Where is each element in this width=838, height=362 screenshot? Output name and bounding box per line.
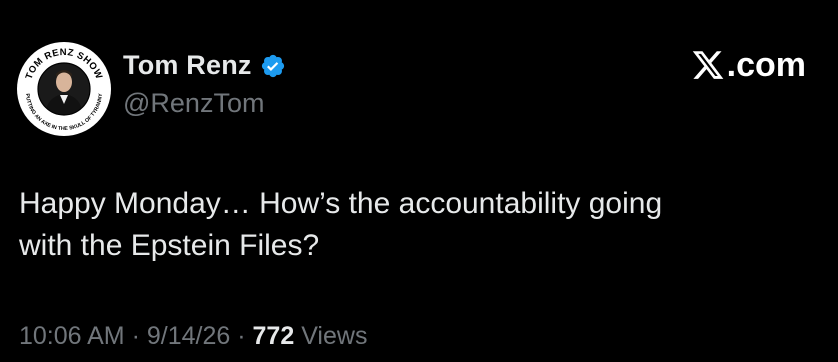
tweet-date[interactable]: 9/14/26	[147, 322, 230, 350]
tweet-text-line: Happy Monday… How’s the accountability g…	[19, 187, 663, 220]
brand-domain-text: .com	[726, 46, 806, 84]
author-display-name[interactable]: Tom Renz	[123, 50, 252, 81]
author-handle[interactable]: @RenzTom	[123, 88, 264, 119]
tweet-text-line: with the Epstein Files?	[19, 229, 320, 262]
x-com-brand: .com	[691, 48, 806, 82]
tweet-time[interactable]: 10:06 AM	[19, 322, 125, 350]
author-name-row[interactable]: Tom Renz	[123, 50, 286, 81]
avatar-logo: TOM RENZ SHOW PUTTING AN AXE IN THE SKUL…	[18, 43, 110, 135]
x-logo-icon	[691, 48, 725, 82]
views-count: 772	[252, 322, 295, 350]
avatar[interactable]: TOM RENZ SHOW PUTTING AN AXE IN THE SKUL…	[17, 42, 111, 136]
tweet-card: TOM RENZ SHOW PUTTING AN AXE IN THE SKUL…	[0, 0, 838, 362]
tweet-meta: 10:06 AM · 9/14/26 · 772 Views	[19, 322, 367, 351]
verified-badge-icon	[260, 53, 286, 79]
tweet-body: Happy Monday… How’s the accountability g…	[19, 183, 809, 267]
meta-separator: ·	[237, 322, 246, 350]
views-label: Views	[301, 322, 368, 350]
meta-separator: ·	[131, 322, 140, 350]
